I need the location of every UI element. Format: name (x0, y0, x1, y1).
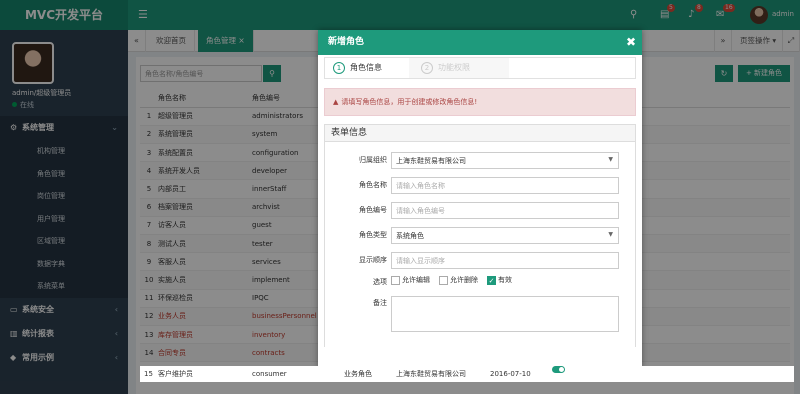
sort-order-label: 显示顺序 (359, 256, 387, 264)
step-label: 角色信息 (350, 63, 382, 72)
step-role-info[interactable]: 1 角色信息 (325, 58, 409, 78)
role-code-label: 角色编号 (359, 206, 387, 214)
cell-no: 15 (144, 370, 153, 378)
role-name-label: 角色名称 (359, 181, 387, 189)
warning-icon: ▲ (333, 98, 339, 106)
table-row-last[interactable]: 15 客户维护员 consumer 业务角色 上海东鞋贸易有限公司 2016-0… (140, 366, 794, 382)
role-type-select[interactable]: 系统角色 ▼ (391, 227, 619, 244)
panel-title: 表单信息 (325, 125, 635, 142)
role-type-value: 系统角色 (396, 232, 424, 240)
org-select[interactable]: 上海东鞋贸易有限公司 ▼ (391, 152, 619, 169)
wizard-steps: 1 角色信息 2 功能权限 (324, 57, 636, 79)
checkbox-label: 有效 (498, 276, 512, 284)
step-label: 功能权限 (438, 63, 470, 72)
checkbox-label: 允许删除 (450, 276, 478, 284)
remark-textarea[interactable] (391, 296, 619, 332)
close-icon[interactable]: ✖ (626, 30, 636, 55)
dialog-footer (318, 347, 642, 368)
caret-down-icon: ▼ (608, 156, 613, 163)
step-number: 1 (333, 62, 345, 74)
options-label: 选项 (373, 278, 387, 286)
info-alert: ▲ 请填写角色信息，用于创建或修改角色信息! (324, 88, 636, 116)
dialog-title: 新增角色 (328, 37, 365, 47)
role-type-label: 角色类型 (359, 231, 387, 239)
cell-role-code: consumer (252, 370, 287, 378)
cell-date: 2016-07-10 (490, 370, 531, 378)
cell-role-type: 业务角色 (344, 370, 372, 378)
caret-down-icon: ▼ (608, 231, 613, 238)
checkbox-label: 允许编辑 (402, 276, 430, 284)
step-number: 2 (421, 62, 433, 74)
checkbox-box[interactable] (439, 275, 448, 285)
dialog-header: 新增角色 ✖ (318, 30, 642, 55)
allow-delete-checkbox[interactable]: 允许删除 (439, 275, 478, 285)
org-label: 归属组织 (359, 156, 387, 164)
step-permissions[interactable]: 2 功能权限 (409, 58, 509, 78)
cell-org: 上海东鞋贸易有限公司 (396, 370, 466, 378)
role-code-input[interactable]: 请输入角色编号 (391, 202, 619, 219)
valid-checkbox[interactable]: ✓ 有效 (487, 275, 512, 285)
status-toggle[interactable] (552, 366, 565, 373)
checkbox-box[interactable] (391, 275, 400, 285)
org-value: 上海东鞋贸易有限公司 (396, 157, 466, 165)
new-role-dialog: 新增角色 ✖ 1 角色信息 2 功能权限 ▲ 请填写角色信息，用于创建或修改角色信息!… (318, 30, 642, 368)
form-panel: 表单信息 归属组织 上海东鞋贸易有限公司 ▼ 角色名称 请输入角色名称 角色编号 … (324, 124, 636, 368)
allow-edit-checkbox[interactable]: 允许编辑 (391, 275, 430, 285)
sort-order-input[interactable]: 请输入显示顺序 (391, 252, 619, 269)
cell-role-name: 客户维护员 (158, 370, 193, 378)
remark-label: 备注 (373, 299, 387, 307)
check-icon[interactable]: ✓ (487, 275, 496, 285)
alert-text: 请填写角色信息，用于创建或修改角色信息! (341, 98, 478, 106)
role-name-input[interactable]: 请输入角色名称 (391, 177, 619, 194)
